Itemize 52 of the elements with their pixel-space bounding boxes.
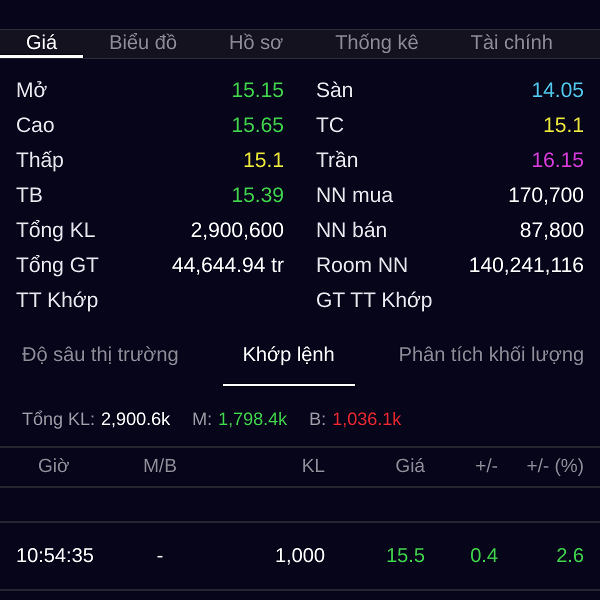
stat-value: 16.15 [531, 148, 584, 174]
stat-value: 170,700 [508, 182, 584, 209]
tab[interactable]: Tài chính [444, 30, 557, 58]
column-header: M/B [142, 454, 178, 479]
tab[interactable]: Biểu đồ [83, 30, 203, 58]
summary-label: Tổng KL: [22, 408, 96, 431]
table-cell-text: 0.4 [469, 544, 498, 569]
tab[interactable]: Hồ sơ [202, 30, 310, 58]
stat-value: 14.05 [531, 78, 584, 104]
tab[interactable]: Khớp lệnh [222, 338, 355, 386]
stat-label: Tổng GT [16, 252, 99, 279]
column-header: +/- [474, 454, 498, 479]
column-header: Giá [394, 454, 425, 479]
table-cell-text: 2.6 [555, 544, 584, 569]
stat-value: 2,900,600 [190, 218, 284, 244]
summary-value: 1,798.4k [218, 408, 288, 431]
column-header: +/- (%) [525, 454, 584, 479]
stat-label: Sàn [316, 78, 354, 104]
stat-label: TC [316, 112, 344, 139]
stat-label: TT Khớp [16, 288, 98, 314]
stat-label: Thấp [16, 148, 64, 174]
tab[interactable]: Thống kê [309, 30, 445, 58]
stat-value: 140,241,116 [468, 252, 584, 279]
tab[interactable]: Độ sâu thị trường [22, 338, 179, 386]
table-cell-text: 10:54:35 [15, 544, 95, 569]
stat-value: 15.65 [231, 112, 284, 139]
stat-label: NN bán [316, 218, 388, 244]
stat-label: Tổng KL [16, 218, 96, 244]
table-cell-text: - [156, 544, 164, 569]
stat-value: 87,800 [520, 218, 584, 244]
stat-label: NN mua [316, 182, 394, 209]
tab[interactable]: Giá [0, 30, 84, 58]
stat-label: Room NN [316, 252, 408, 279]
stat-label: Cao [16, 112, 55, 139]
stat-label: TB [16, 182, 43, 209]
stat-value: 15.1 [243, 148, 284, 174]
summary-value: 2,900.6k [101, 408, 170, 431]
summary-value: 1,036.1k [332, 408, 402, 431]
stat-label: GT TT Khớp [316, 288, 432, 314]
stat-label: Mở [16, 78, 48, 104]
summary-label: B: [309, 408, 326, 431]
stat-label: Trần [316, 148, 358, 174]
table-cell-text: 15.5 [385, 544, 425, 569]
summary-label: M: [192, 408, 212, 431]
stat-value: 44,644.94 tr [172, 252, 284, 279]
stat-value: 15.15 [231, 78, 284, 104]
stat-value: 15.39 [231, 182, 284, 209]
stat-value: 15.1 [543, 112, 584, 139]
column-header: Giờ [37, 454, 70, 479]
tab[interactable]: Phân tích khối lượng [398, 338, 584, 386]
table-cell-text: 1,000 [274, 544, 325, 569]
column-header: KL [300, 454, 325, 479]
